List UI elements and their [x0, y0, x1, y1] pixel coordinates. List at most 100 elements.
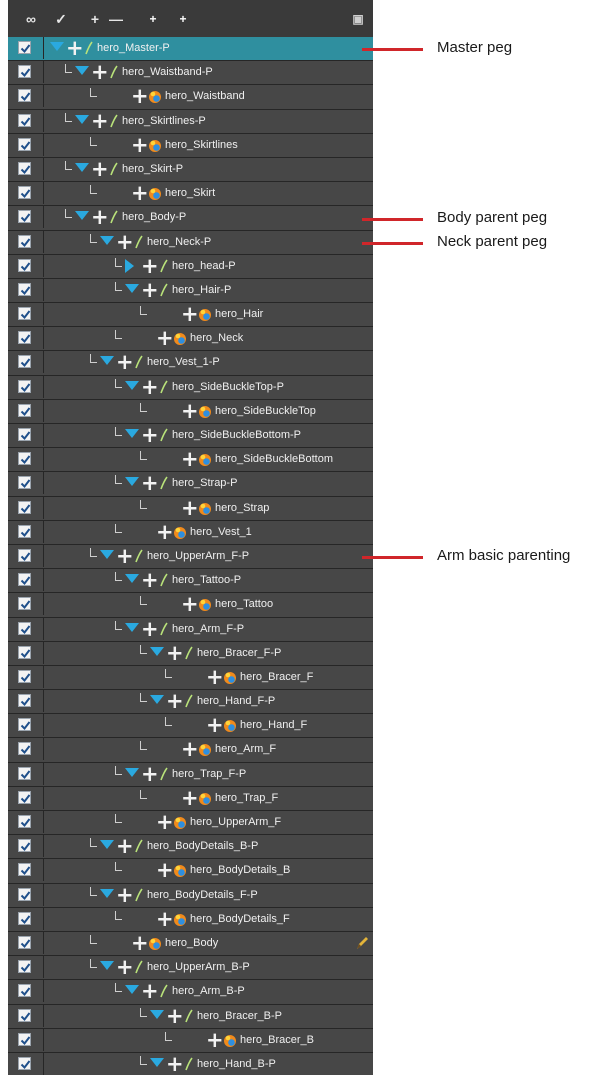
add-child-icon[interactable]: +: [141, 763, 159, 785]
collapse-arrow-icon[interactable]: [125, 477, 139, 487]
layer-row[interactable]: + hero_SideBuckleTop-P: [8, 375, 373, 400]
layer-name[interactable]: hero_BodyDetails_F: [190, 908, 290, 930]
collapse-arrow-icon[interactable]: [125, 283, 139, 293]
layer-row[interactable]: + hero_Tattoo-P: [8, 569, 373, 594]
layer-row[interactable]: + hero_Tattoo: [8, 593, 373, 618]
layer-name[interactable]: hero_Master-P: [97, 37, 170, 59]
collapse-arrow-icon[interactable]: [75, 66, 89, 76]
layer-name[interactable]: hero_BodyDetails_B: [190, 859, 290, 881]
layer-row[interactable]: + hero_Strap: [8, 496, 373, 521]
add-child-icon[interactable]: +: [66, 37, 84, 59]
collapse-arrow-icon[interactable]: [125, 429, 139, 438]
collapse-arrow-icon[interactable]: [150, 646, 164, 656]
add-child-icon[interactable]: +: [166, 1053, 184, 1075]
layer-row[interactable]: + hero_Strap-P: [8, 472, 373, 497]
layer-name[interactable]: hero_UpperArm_F-P: [147, 545, 249, 567]
add-child-icon[interactable]: +: [91, 61, 109, 83]
layer-row[interactable]: + hero_Bracer_B: [8, 1028, 373, 1053]
layer-name[interactable]: hero_SideBuckleBottom: [215, 448, 333, 470]
layer-row[interactable]: + hero_Hand_F: [8, 714, 373, 739]
add-child-icon[interactable]: +: [156, 859, 174, 881]
collapse-arrow-icon[interactable]: [125, 380, 139, 390]
add-child-icon[interactable]: +: [156, 908, 174, 930]
add-child-icon[interactable]: +: [181, 303, 199, 325]
onion-skin-icon[interactable]: ∞: [22, 9, 40, 29]
layer-row[interactable]: + hero_Arm_F-P: [8, 617, 373, 642]
layer-row[interactable]: + hero_Hair-P: [8, 278, 373, 304]
layer-row[interactable]: + hero_Hand_B-P: [8, 1052, 373, 1075]
add-child-icon[interactable]: +: [91, 158, 109, 180]
layer-name[interactable]: hero_Bracer_F-P: [197, 642, 281, 664]
layer-row[interactable]: + hero_SideBuckleTop: [8, 399, 373, 424]
add-child-icon[interactable]: +: [166, 690, 184, 712]
layer-name[interactable]: hero_Skirt: [165, 182, 215, 204]
layer-name[interactable]: hero_head-P: [172, 255, 236, 277]
layer-name[interactable]: hero_Trap_F: [215, 787, 278, 809]
add-child-icon[interactable]: +: [141, 980, 159, 1002]
collapse-arrow-icon[interactable]: [125, 985, 139, 995]
layer-row[interactable]: + hero_Neck: [8, 327, 373, 352]
panel-menu-icon[interactable]: ▣: [349, 9, 367, 29]
layer-row[interactable]: + hero_Skirtlines: [8, 133, 373, 158]
add-child-icon[interactable]: +: [116, 956, 134, 978]
collapse-arrow-icon[interactable]: [75, 114, 89, 124]
layer-name[interactable]: hero_BodyDetails_B-P: [147, 835, 258, 857]
layer-row[interactable]: + hero_Trap_F: [8, 786, 373, 811]
layer-row[interactable]: + hero_Body: [8, 931, 373, 957]
layer-name[interactable]: hero_Trap_F-P: [172, 763, 246, 785]
add-child-icon[interactable]: +: [141, 424, 159, 446]
add-child-icon[interactable]: +: [181, 787, 199, 809]
collapse-arrow-icon[interactable]: [75, 162, 89, 172]
add-child-icon[interactable]: +: [116, 545, 134, 567]
layer-name[interactable]: hero_Neck-P: [147, 231, 211, 253]
layer-row[interactable]: + hero_BodyDetails_F-P: [8, 883, 373, 908]
layer-name[interactable]: hero_Neck: [190, 327, 243, 349]
collapse-arrow-icon[interactable]: [100, 235, 114, 245]
layer-row[interactable]: + hero_Bracer_F-P: [8, 641, 373, 666]
layer-name[interactable]: hero_Hand_F: [240, 714, 307, 736]
add-child-icon[interactable]: +: [91, 206, 109, 228]
enable-all-icon[interactable]: ✓: [52, 9, 70, 29]
layer-row[interactable]: + hero_Bracer_F: [8, 665, 373, 691]
layer-row[interactable]: + hero_BodyDetails_F: [8, 907, 373, 932]
layer-name[interactable]: hero_Skirtlines: [165, 134, 238, 156]
layer-name[interactable]: hero_Tattoo: [215, 593, 273, 615]
add-child-icon[interactable]: +: [131, 85, 149, 107]
layer-row[interactable]: + hero_Skirt: [8, 182, 373, 207]
layer-name[interactable]: hero_Hair-P: [172, 279, 231, 301]
layer-row[interactable]: + hero_Bracer_B-P: [8, 1004, 373, 1029]
layer-row[interactable]: + hero_UpperArm_F: [8, 811, 373, 836]
layer-row[interactable]: + hero_Vest_1: [8, 520, 373, 545]
collapse-arrow-icon[interactable]: [125, 574, 139, 584]
add-child-icon[interactable]: +: [181, 400, 199, 422]
add-child-icon[interactable]: +: [166, 1005, 184, 1027]
collapse-arrow-icon[interactable]: [100, 840, 114, 850]
layer-row[interactable]: + hero_Trap_F-P: [8, 762, 373, 787]
add-child-icon[interactable]: +: [181, 593, 199, 615]
collapse-arrow-icon[interactable]: [150, 695, 164, 705]
add-child-icon[interactable]: +: [116, 835, 134, 857]
layer-row[interactable]: + hero_UpperArm_B-P: [8, 956, 373, 981]
collapse-arrow-icon[interactable]: [125, 622, 139, 632]
layer-name[interactable]: hero_Bracer_B: [240, 1029, 314, 1051]
collapse-arrow-icon[interactable]: [150, 1057, 164, 1067]
layer-name[interactable]: hero_BodyDetails_F-P: [147, 884, 258, 906]
add-drawing-peg-icon[interactable]: +: [174, 9, 192, 29]
layer-name[interactable]: hero_Strap-P: [172, 472, 237, 494]
collapse-arrow-icon[interactable]: [75, 211, 89, 221]
layer-name[interactable]: hero_SideBuckleTop: [215, 400, 316, 422]
add-child-icon[interactable]: +: [141, 255, 159, 277]
add-child-icon[interactable]: +: [206, 1029, 224, 1051]
add-child-icon[interactable]: +: [116, 884, 134, 906]
add-child-icon[interactable]: +: [131, 932, 149, 954]
layer-name[interactable]: hero_Vest_1: [190, 521, 252, 543]
layer-name[interactable]: hero_Tattoo-P: [172, 569, 241, 591]
layer-name[interactable]: hero_Bracer_B-P: [197, 1005, 282, 1027]
add-child-icon[interactable]: +: [141, 569, 159, 591]
layer-name[interactable]: hero_Arm_F-P: [172, 618, 244, 640]
layer-row[interactable]: + hero_Hair: [8, 303, 373, 328]
add-child-icon[interactable]: +: [181, 497, 199, 519]
layer-name[interactable]: hero_Arm_F: [215, 738, 276, 760]
layer-name[interactable]: hero_Body-P: [122, 206, 186, 228]
layer-name[interactable]: hero_Waistband: [165, 85, 245, 107]
